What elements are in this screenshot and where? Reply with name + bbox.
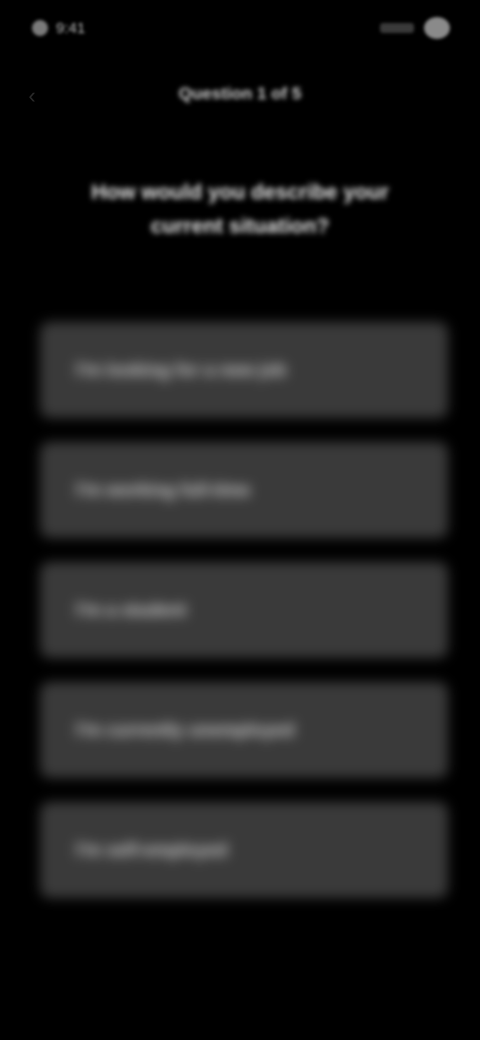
option-label: I'm currently unemployed xyxy=(76,719,295,740)
option-card[interactable]: I'm a student xyxy=(40,562,448,658)
page-title: Question 1 of 5 xyxy=(178,84,302,103)
option-label: I'm working full-time xyxy=(76,479,251,500)
option-card[interactable]: I'm working full-time xyxy=(40,442,448,538)
status-indicator-icon xyxy=(32,20,48,36)
option-card[interactable]: I'm currently unemployed xyxy=(40,682,448,778)
header: ‹ Question 1 of 5 xyxy=(0,72,480,116)
option-label: I'm looking for a new job xyxy=(76,359,287,380)
signal-icon xyxy=(380,23,414,33)
status-icons xyxy=(380,16,450,40)
battery-icon xyxy=(424,17,450,39)
option-label: I'm self-employed xyxy=(76,839,228,860)
option-card[interactable]: I'm self-employed xyxy=(40,802,448,898)
option-label: I'm a student xyxy=(76,599,187,620)
option-card[interactable]: I'm looking for a new job xyxy=(40,322,448,418)
question-text: How would you describe your current situ… xyxy=(91,181,389,238)
screen: 9:41 ‹ Question 1 of 5 How would you des… xyxy=(0,0,480,1040)
status-time: 9:41 xyxy=(56,19,86,37)
status-bar: 9:41 xyxy=(0,0,480,58)
options-list: I'm looking for a new job I'm working fu… xyxy=(40,322,448,922)
status-time-group: 9:41 xyxy=(32,16,122,40)
